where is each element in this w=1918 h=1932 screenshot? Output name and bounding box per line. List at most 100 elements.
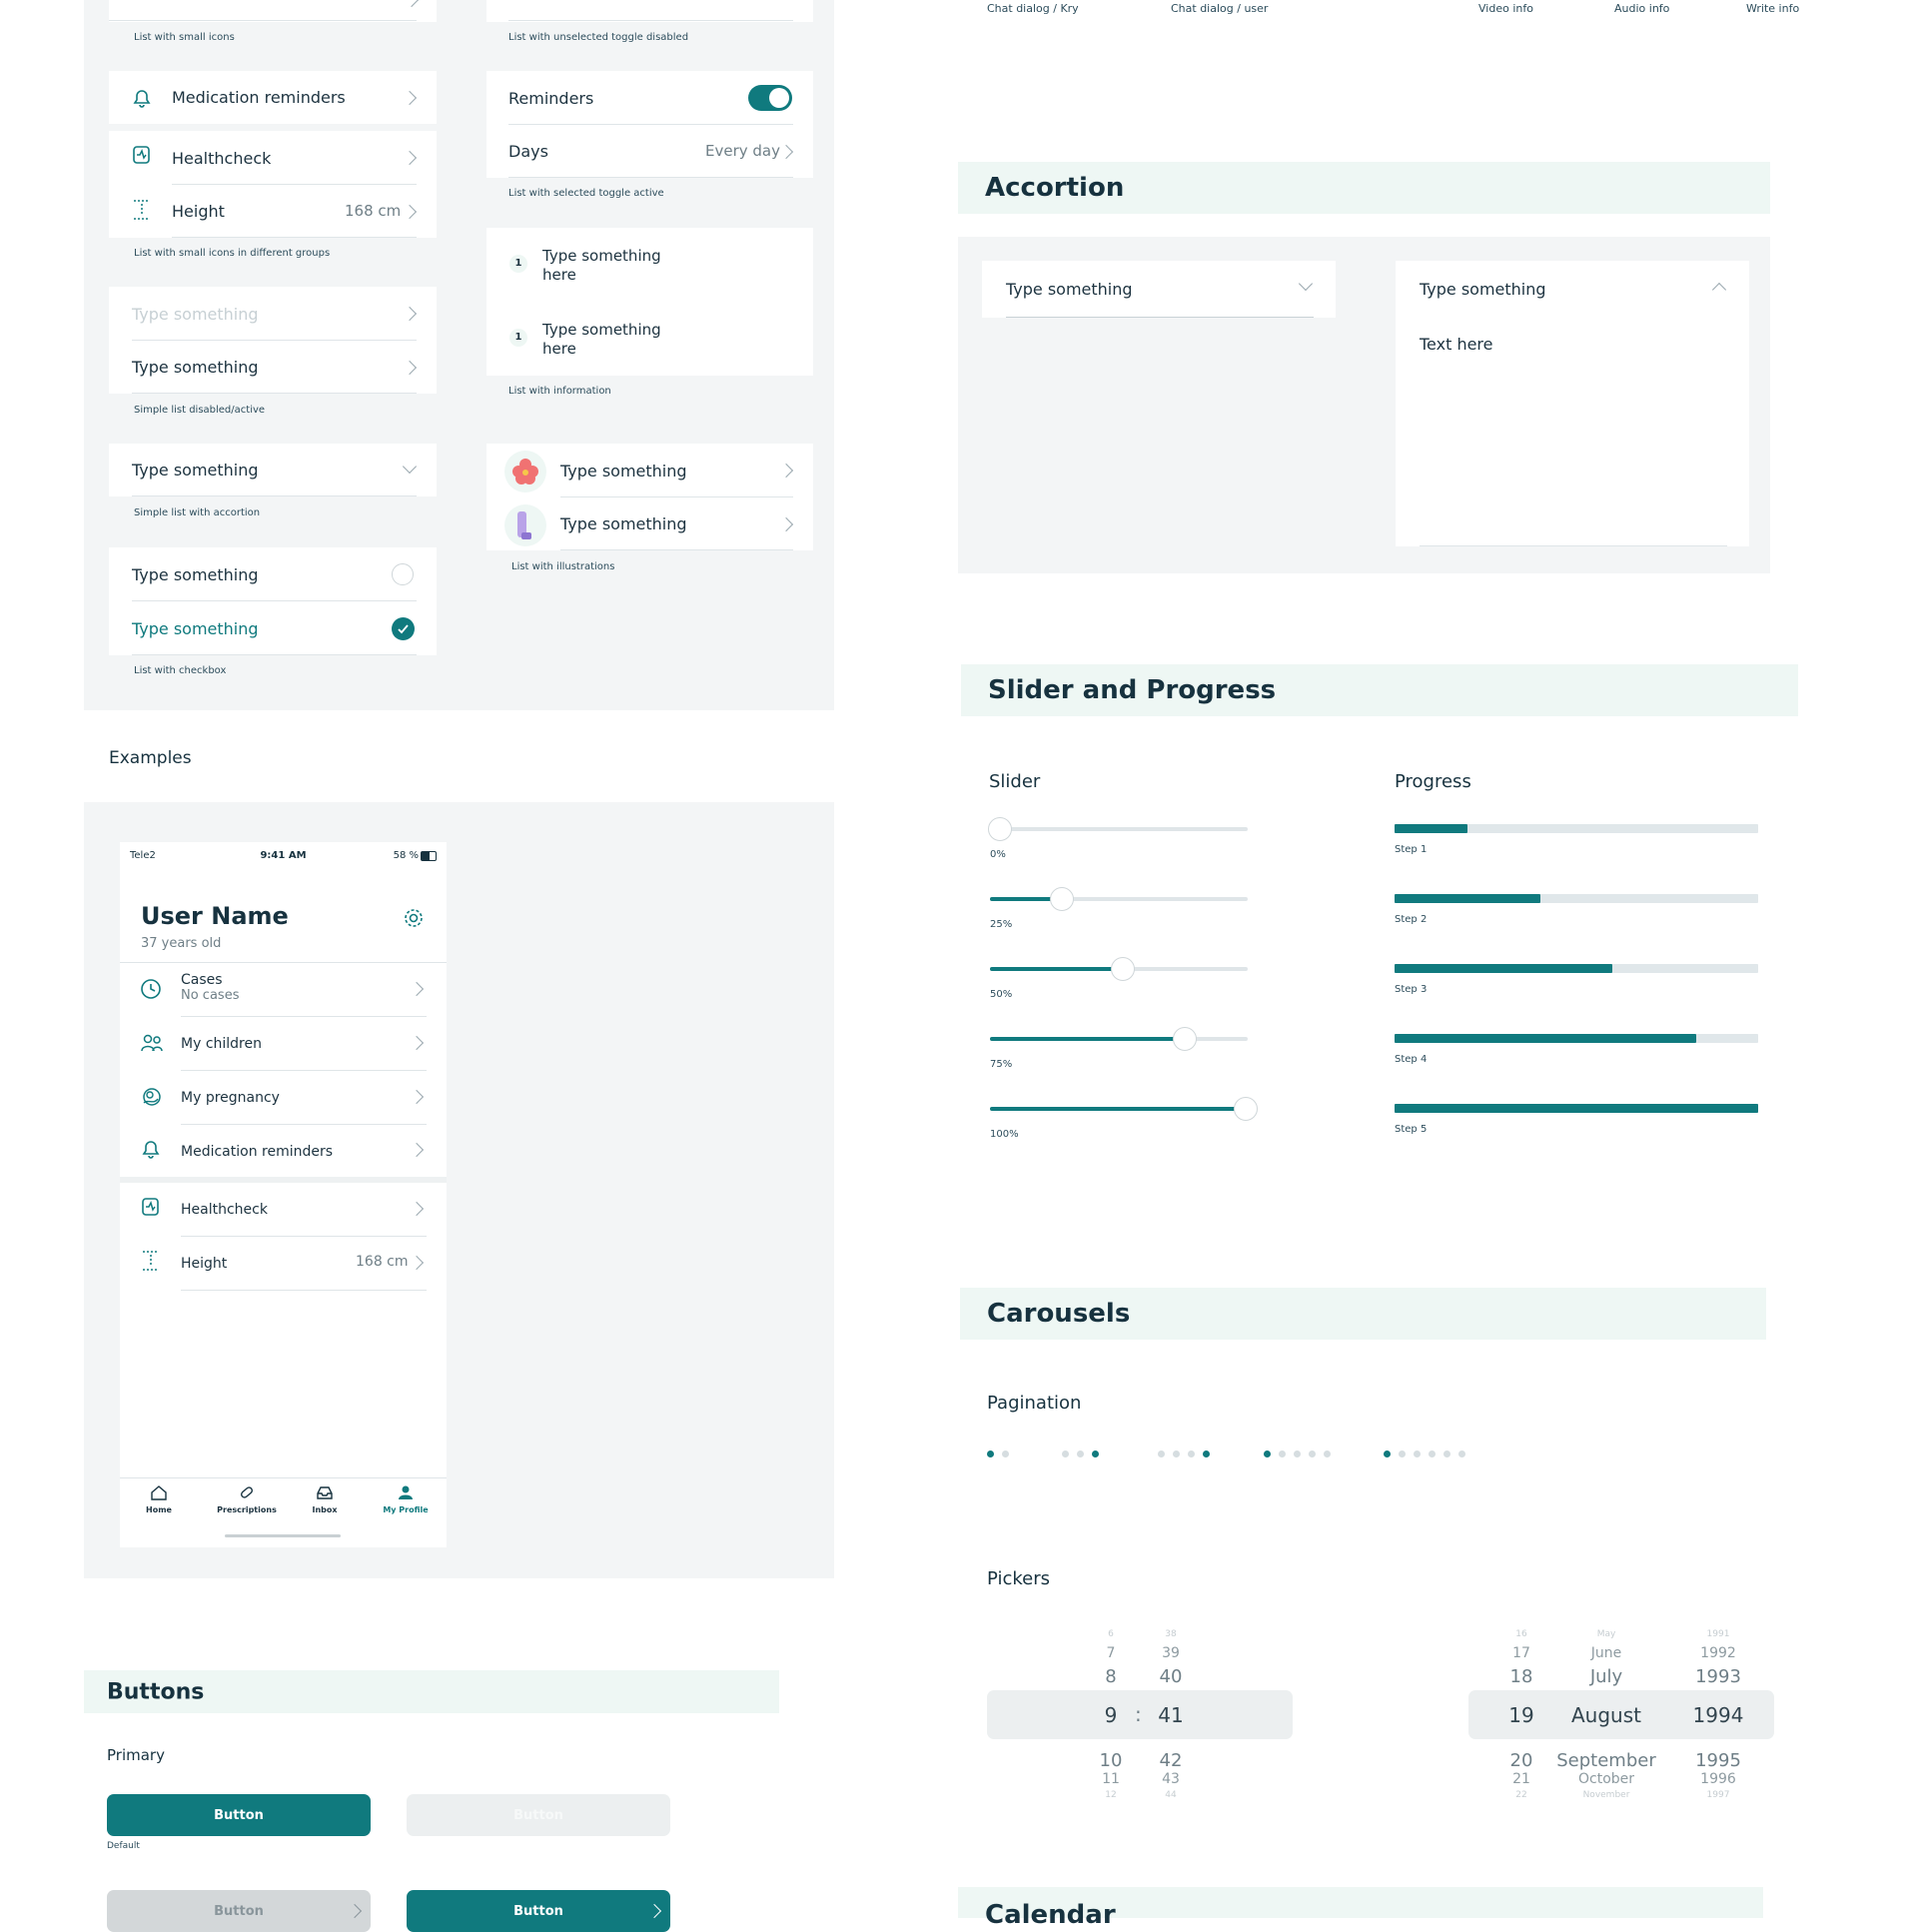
progress-track xyxy=(1395,824,1758,833)
pagination-dot[interactable] xyxy=(1158,1450,1165,1457)
height-label: Height xyxy=(172,202,225,221)
caption-toggle-active: List with selected toggle active xyxy=(508,188,664,199)
pagination-dot[interactable] xyxy=(1203,1450,1210,1457)
checkbox-empty-icon[interactable] xyxy=(392,563,414,585)
illustration-item-2[interactable]: Type something xyxy=(560,497,813,550)
medication-item[interactable]: Medication reminders xyxy=(172,71,437,124)
height-value: 168 cm xyxy=(345,202,402,220)
slider-value-label: 0% xyxy=(990,849,1006,860)
reminders-toggle[interactable] xyxy=(748,85,792,111)
simple-active-label: Type something xyxy=(132,358,259,377)
pagination-dot[interactable] xyxy=(1443,1450,1450,1457)
top-label-audio: Audio info xyxy=(1614,2,1670,15)
pagination-dot[interactable] xyxy=(1414,1450,1421,1457)
slider-track[interactable] xyxy=(990,1027,1248,1051)
pagination-label: Pagination xyxy=(987,1393,1082,1414)
gear-icon[interactable] xyxy=(403,907,425,929)
year-option: 1995 xyxy=(1695,1750,1741,1771)
pagination-dot[interactable] xyxy=(1077,1450,1084,1457)
slider-handle[interactable] xyxy=(1111,957,1135,981)
checkbox-checked-icon[interactable] xyxy=(392,617,415,640)
chevron-right-icon xyxy=(646,1903,662,1919)
slider-fill xyxy=(990,897,1055,901)
info-item-1[interactable]: Type something here xyxy=(542,247,661,285)
slider-track[interactable] xyxy=(990,1097,1258,1121)
healthcheck-icon xyxy=(142,1198,159,1216)
pagination-dot[interactable] xyxy=(1188,1450,1195,1457)
tab-my-profile[interactable]: My Profile xyxy=(376,1483,436,1523)
height-icon xyxy=(143,1251,159,1271)
user-age: 37 years old xyxy=(141,936,222,951)
slider-value-label: 25% xyxy=(990,919,1013,930)
illustration-item-1[interactable]: Type something xyxy=(560,444,813,497)
slider-track[interactable] xyxy=(988,817,1248,841)
healthcheck-item-phone[interactable]: Healthcheck xyxy=(181,1183,447,1236)
bell-icon xyxy=(133,90,151,108)
accordion-list-item[interactable]: Type something xyxy=(132,444,437,496)
pagination-dot[interactable] xyxy=(1173,1450,1180,1457)
arrow-button-label: Button xyxy=(513,1903,563,1919)
progress-step-label: Step 4 xyxy=(1395,1054,1428,1065)
caption-toggle-disabled: List with unselected toggle disabled xyxy=(508,32,689,43)
slider-track[interactable] xyxy=(990,957,1248,981)
slider-progress-title: Slider and Progress xyxy=(988,675,1277,705)
pagination-dot[interactable] xyxy=(1384,1450,1391,1457)
children-item[interactable]: My children xyxy=(181,1017,447,1070)
month-option: November xyxy=(1582,1790,1630,1800)
pagination-dot[interactable] xyxy=(1264,1450,1271,1457)
slider-handle[interactable] xyxy=(988,817,1012,841)
slider-track[interactable] xyxy=(990,887,1248,911)
tab-prescriptions[interactable]: Prescriptions xyxy=(212,1483,282,1523)
tab-profile-label: My Profile xyxy=(383,1505,429,1514)
simple-item-active[interactable]: Type something xyxy=(132,341,437,394)
slider-value-label: 75% xyxy=(990,1059,1013,1070)
pagination-dot[interactable] xyxy=(1092,1450,1099,1457)
info-badge-text: 1 xyxy=(514,332,522,343)
slider-handle[interactable] xyxy=(1234,1097,1258,1121)
accordion-header: Accortion xyxy=(958,162,1770,214)
pickers-label: Pickers xyxy=(987,1568,1050,1589)
pagination-dot[interactable] xyxy=(1294,1450,1301,1457)
pagination-dot[interactable] xyxy=(1279,1450,1286,1457)
pagination-dot[interactable] xyxy=(987,1450,994,1457)
tab-home-label: Home xyxy=(146,1505,172,1514)
pagination-dot[interactable] xyxy=(1309,1450,1316,1457)
primary-button[interactable]: Button xyxy=(107,1794,371,1836)
calendar-title: Calendar xyxy=(985,1900,1116,1930)
minute-option: 38 xyxy=(1165,1629,1177,1639)
cases-item[interactable]: Cases No cases xyxy=(181,972,431,1012)
medication-item-phone[interactable]: Medication reminders xyxy=(181,1125,447,1178)
slider-handle[interactable] xyxy=(1172,1027,1197,1051)
chevron-up-icon xyxy=(1711,282,1727,298)
year-option[interactable]: 1994 xyxy=(1658,1703,1778,1727)
pregnancy-label: My pregnancy xyxy=(181,1089,280,1106)
tab-inbox[interactable]: Inbox xyxy=(300,1483,350,1523)
progress-fill xyxy=(1395,894,1540,903)
month-option[interactable]: August xyxy=(1546,1703,1666,1727)
inhaler-illustration xyxy=(504,504,546,546)
pagination-dot[interactable] xyxy=(1324,1450,1331,1457)
pagination-dot[interactable] xyxy=(1429,1450,1436,1457)
pagination-dot[interactable] xyxy=(1458,1450,1465,1457)
info-line: Type something xyxy=(542,321,661,339)
healthcheck-item[interactable]: Healthcheck xyxy=(172,131,437,185)
pagination-dot[interactable] xyxy=(1062,1450,1069,1457)
examples-title: Examples xyxy=(109,748,192,768)
pregnancy-item[interactable]: My pregnancy xyxy=(181,1071,447,1124)
slider-handle[interactable] xyxy=(1049,887,1074,911)
children-icon xyxy=(141,1034,163,1052)
accordion-closed[interactable]: Type something xyxy=(982,261,1336,318)
status-bar: Tele2 9:41 AM 58 % xyxy=(130,850,437,866)
info-item-2[interactable]: Type something here xyxy=(542,321,661,359)
partial-card-right xyxy=(486,0,813,22)
info-line: Type something xyxy=(542,247,661,265)
pagination-dot[interactable] xyxy=(1399,1450,1406,1457)
arrow-button[interactable]: Button xyxy=(407,1890,670,1932)
progress-step-label: Step 1 xyxy=(1395,844,1428,855)
medication-card: Medication reminders xyxy=(109,71,437,124)
tab-home[interactable]: Home xyxy=(134,1483,184,1523)
accordion-open[interactable]: Type something Text here xyxy=(1396,261,1749,546)
primary-label: Primary xyxy=(107,1746,165,1764)
minute-option[interactable]: 41 xyxy=(1111,1703,1231,1727)
pagination-dot[interactable] xyxy=(1002,1450,1009,1457)
